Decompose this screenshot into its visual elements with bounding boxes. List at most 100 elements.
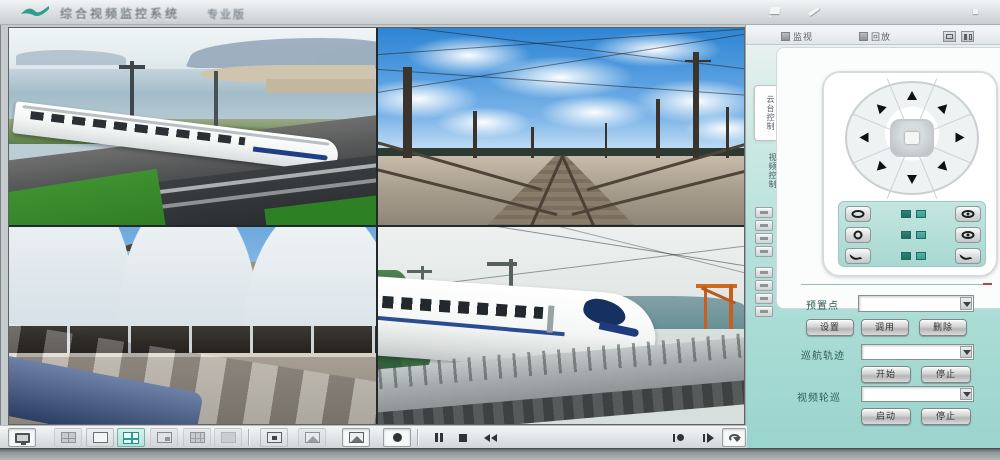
control-panel: 监视 回放 云台控制 视频控制 [745, 25, 1000, 448]
layout-quad-button[interactable] [117, 428, 145, 447]
iris-indicator [901, 252, 926, 260]
crane-art [729, 284, 733, 329]
vertical-tab-ptz-label: 云台控制 [766, 95, 775, 131]
focus-indicator [901, 231, 926, 239]
side-tool-button[interactable] [755, 233, 773, 244]
video-grid [8, 27, 745, 425]
section-divider [801, 284, 991, 285]
cruise-select[interactable] [861, 344, 974, 360]
side-tool-button[interactable] [755, 306, 773, 317]
iris-close-button[interactable] [845, 248, 871, 264]
riverbank-art [266, 79, 376, 93]
ptz-direction-pad [845, 81, 979, 195]
snapshot-button[interactable] [298, 428, 326, 447]
zoom-in-button[interactable] [955, 206, 981, 222]
iris-minus-step[interactable] [901, 252, 911, 260]
titlebar: 综合视频监控系统 专业版 [0, 0, 1000, 25]
zoom-out-button[interactable] [845, 206, 871, 222]
layout-single-button[interactable] [86, 428, 114, 447]
video-cell-2[interactable] [378, 28, 745, 225]
step-forward-button[interactable] [666, 428, 690, 447]
record-icon [393, 433, 402, 442]
focus-minus-step[interactable] [901, 231, 911, 239]
ptz-center-button[interactable] [890, 119, 934, 157]
vertical-tab-ptz[interactable]: 云台控制 [754, 85, 776, 141]
split-window-icon[interactable] [961, 31, 974, 42]
pause-icon [435, 433, 438, 442]
toolbar-divider [417, 429, 418, 446]
cycle-icon [729, 434, 740, 442]
chevron-down-icon[interactable] [960, 297, 972, 310]
tour-stop-button[interactable]: 停止 [921, 408, 971, 425]
focus-row [845, 226, 981, 244]
ptz-down-left-button[interactable] [873, 161, 886, 174]
catenary-pole-art [693, 52, 699, 158]
picture-button[interactable] [342, 428, 370, 447]
ptz-left-button[interactable] [860, 133, 869, 143]
cruise-start-button[interactable]: 开始 [861, 366, 911, 383]
video-cell-1[interactable] [9, 28, 376, 225]
layout-blank-button[interactable] [214, 428, 242, 447]
iris-open-button[interactable] [955, 248, 981, 264]
layout-2x2-alt-button[interactable] [54, 428, 82, 447]
ptz-card [822, 71, 998, 277]
side-tool-button[interactable] [755, 220, 773, 231]
flag-icon[interactable] [768, 5, 784, 19]
tab-playback[interactable]: 回放 [854, 29, 896, 44]
layout-1-plus-button[interactable] [150, 428, 178, 447]
monitor-button[interactable] [8, 428, 36, 447]
side-tool-button[interactable] [755, 207, 773, 218]
ptz-down-button[interactable] [907, 175, 917, 184]
zoom-plus-step[interactable] [916, 210, 926, 218]
app-subtitle: 专业版 [207, 6, 246, 22]
preset-call-button[interactable]: 调用 [861, 319, 909, 336]
side-tool-button[interactable] [755, 246, 773, 257]
preset-delete-button[interactable]: 删除 [919, 319, 967, 336]
tour-select[interactable] [861, 386, 974, 402]
preset-select[interactable] [858, 295, 974, 312]
zoom-minus-step[interactable] [901, 210, 911, 218]
dot-icon[interactable] [968, 5, 984, 19]
record-button[interactable] [383, 428, 411, 447]
cycle-button[interactable] [722, 428, 746, 447]
layout-3x3-button[interactable] [183, 428, 211, 447]
tour-start-button[interactable]: 启动 [861, 408, 911, 425]
side-tool-button[interactable] [755, 293, 773, 304]
preset-set-button[interactable]: 设置 [806, 319, 854, 336]
fullscreen-button[interactable] [260, 428, 288, 447]
focus-near-button[interactable] [845, 227, 871, 243]
focus-plus-step[interactable] [916, 231, 926, 239]
chevron-down-icon[interactable] [960, 346, 972, 358]
train-windows-art [383, 296, 544, 319]
ptz-right-button[interactable] [956, 133, 965, 143]
ptz-up-right-button[interactable] [937, 101, 950, 114]
train-stripe-art [378, 316, 565, 336]
iris-plus-step[interactable] [916, 252, 926, 260]
catenary-pole-art [685, 60, 711, 62]
side-tool-button[interactable] [755, 267, 773, 278]
pause-button[interactable] [424, 428, 448, 447]
side-tool-button[interactable] [755, 280, 773, 291]
play-button[interactable] [696, 428, 720, 447]
layout-3x3-icon [190, 432, 205, 443]
ptz-down-right-button[interactable] [937, 161, 950, 174]
tab-monitor[interactable]: 监视 [776, 29, 818, 44]
train-door-art [547, 306, 555, 333]
vertical-tab-video[interactable]: 视频控制 [756, 147, 778, 195]
restore-window-icon[interactable] [943, 31, 956, 42]
stop-button[interactable] [452, 428, 474, 447]
video-cell-3[interactable] [9, 227, 376, 424]
cruise-stop-button[interactable]: 停止 [921, 366, 971, 383]
chevron-down-icon[interactable] [960, 388, 972, 400]
iris-row [845, 247, 981, 265]
pen-icon[interactable] [806, 5, 822, 19]
ptz-up-button[interactable] [907, 91, 917, 100]
fullscreen-icon [267, 432, 282, 443]
cruise-label: 巡航轨迹 [801, 347, 845, 362]
rewind-button[interactable] [477, 428, 503, 447]
focus-far-button[interactable] [955, 227, 981, 243]
video-cell-4[interactable] [378, 227, 745, 424]
playback-tab-icon [859, 32, 868, 41]
layout-2x2-icon [61, 432, 76, 443]
ptz-up-left-button[interactable] [873, 101, 886, 114]
